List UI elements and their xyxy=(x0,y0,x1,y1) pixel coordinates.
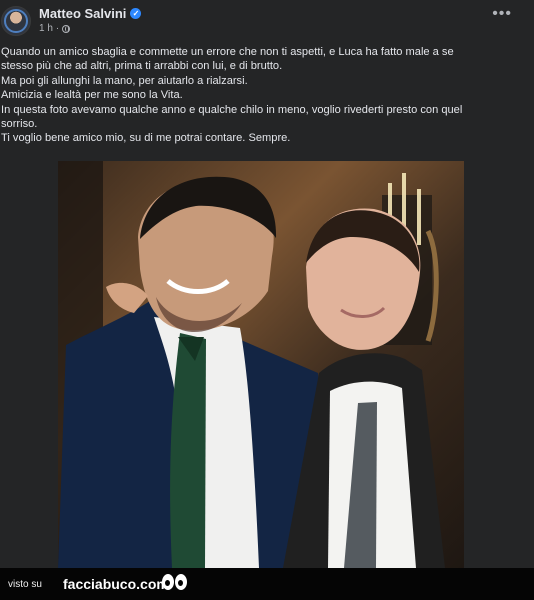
post-line: stesso più che ad altri, prima ti arrabb… xyxy=(1,60,283,73)
post-time[interactable]: 1 h xyxy=(39,23,53,34)
visto-su-label: visto su xyxy=(8,579,42,590)
more-horizontal-icon[interactable]: ••• xyxy=(492,6,512,22)
author-row: Matteo Salvini ✓ xyxy=(39,6,142,21)
globe-icon xyxy=(62,24,71,33)
author-name[interactable]: Matteo Salvini xyxy=(39,6,126,21)
pupil xyxy=(178,580,183,586)
photo-illustration xyxy=(58,161,445,568)
facciabuco-eyes-icon xyxy=(162,574,190,594)
post-line: Quando un amico sbaglia e commette un er… xyxy=(1,46,454,58)
post-line: Ti voglio bene amico mio, su di me potra… xyxy=(1,132,291,145)
post-meta: 1 h · xyxy=(39,23,71,34)
avatar-ring xyxy=(4,9,28,33)
pupil xyxy=(165,580,170,586)
watermark-footer: visto su facciabuco.com xyxy=(0,568,534,600)
right-eye-icon xyxy=(175,574,187,590)
post-line: Ma poi gli allunghi la mano, per aiutarl… xyxy=(1,74,248,87)
post-line: Amicizia e lealtà per me sono la Vita. xyxy=(1,89,183,102)
post-text: Quando un amico sbaglia e commette un er… xyxy=(1,45,521,146)
verified-check-icon: ✓ xyxy=(130,8,142,19)
post-photo[interactable] xyxy=(58,161,464,568)
post-line: sorriso. xyxy=(1,118,38,131)
meta-dot: · xyxy=(55,23,60,34)
left-eye-icon xyxy=(162,574,174,590)
post-line: In questa foto avevamo qualche anno e qu… xyxy=(1,103,463,116)
facebook-post: Matteo Salvini ✓ 1 h · ••• Quando un ami… xyxy=(0,0,534,568)
facciabuco-brand[interactable]: facciabuco.com xyxy=(63,576,169,592)
author-avatar[interactable] xyxy=(1,6,31,36)
post-header: Matteo Salvini ✓ 1 h · ••• xyxy=(0,0,534,40)
